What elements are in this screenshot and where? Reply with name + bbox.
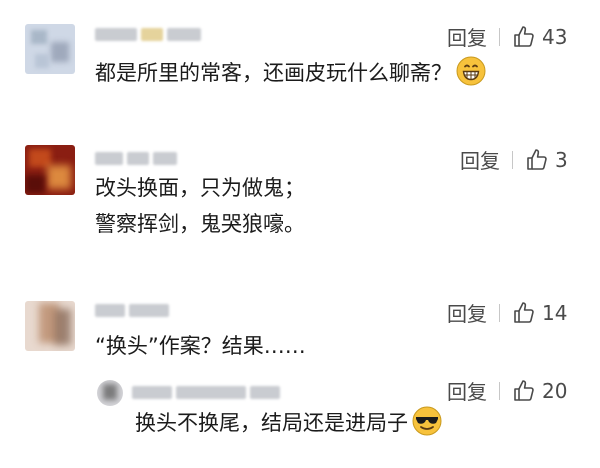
reply-text: 换头不换尾，结局还是进局子 (135, 406, 442, 439)
reply-item: 回复 20 换头不换尾，结局还是进局子 (0, 372, 600, 462)
like-count: 43 (542, 24, 568, 49)
like-count: 20 (542, 378, 568, 403)
thumbs-up-icon[interactable] (512, 301, 536, 325)
comment-item: 回复 43 都是所里的常客，还画皮玩什么聊斋？ (0, 0, 600, 100)
avatar[interactable] (25, 24, 75, 74)
avatar[interactable] (25, 145, 75, 195)
reply-actions: 回复 20 (447, 376, 567, 405)
comment-text: “换头”作案？结果…… (95, 334, 306, 358)
divider (512, 150, 513, 169)
comment-actions: 回复 14 (447, 298, 567, 327)
comment-text: 都是所里的常客，还画皮玩什么聊斋？ (95, 56, 486, 89)
username[interactable] (95, 302, 169, 318)
divider (499, 303, 500, 322)
avatar[interactable] (97, 380, 123, 406)
grinning-face-icon (456, 56, 486, 86)
reply-button[interactable]: 回复 (460, 145, 500, 174)
username[interactable] (132, 384, 280, 400)
thumbs-up-icon[interactable] (525, 148, 549, 172)
comment-item: 回复 3 改头换面，只为做鬼； 警察挥剑，鬼哭狼嚎。 (0, 130, 600, 260)
comment-text-line: 改头换面，只为做鬼； (95, 176, 305, 200)
comment-actions: 回复 3 (460, 145, 568, 174)
thumbs-up-icon[interactable] (512, 25, 536, 49)
sunglasses-face-icon (412, 406, 442, 436)
username[interactable] (95, 26, 201, 42)
reply-button[interactable]: 回复 (447, 376, 487, 405)
divider (499, 381, 500, 400)
like-count: 14 (542, 300, 568, 325)
divider (499, 27, 500, 46)
reply-button[interactable]: 回复 (447, 22, 487, 51)
reply-button[interactable]: 回复 (447, 298, 487, 327)
thumbs-up-icon[interactable] (512, 379, 536, 403)
username[interactable] (95, 150, 177, 166)
comment-text-line: 警察挥剑，鬼哭狼嚎。 (95, 212, 305, 236)
avatar[interactable] (25, 301, 75, 351)
comment-item: 回复 14 “换头”作案？结果…… (0, 290, 600, 370)
comment-actions: 回复 43 (447, 22, 567, 51)
like-count: 3 (555, 147, 568, 172)
